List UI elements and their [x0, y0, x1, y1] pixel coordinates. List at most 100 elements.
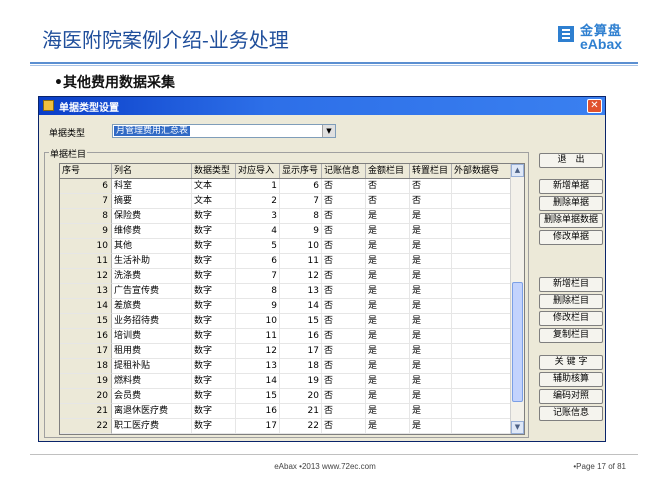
table-row[interactable]: 10 其他 数字 5 10 否是是: [60, 239, 512, 254]
cell-acct[interactable]: 否: [322, 179, 366, 194]
cell-disp[interactable]: 21: [280, 404, 322, 419]
auxiliary-accounting-button[interactable]: 辅助核算: [539, 372, 603, 387]
cell-trans[interactable]: 是: [410, 374, 452, 389]
cell-no[interactable]: 22: [60, 419, 112, 434]
cell-acct[interactable]: 否: [322, 389, 366, 404]
cell-imp[interactable]: 8: [236, 284, 280, 299]
cell-trans[interactable]: 是: [410, 404, 452, 419]
table-row[interactable]: 18 提租补贴 数字 13 18 否是是: [60, 359, 512, 374]
cell-no[interactable]: 13: [60, 284, 112, 299]
cell-trans[interactable]: 是: [410, 389, 452, 404]
col-header-external[interactable]: 外部数据导: [452, 164, 512, 178]
cell-trans[interactable]: 是: [410, 419, 452, 434]
cell-trans[interactable]: 否: [410, 179, 452, 194]
cell-acct[interactable]: 否: [322, 299, 366, 314]
table-row[interactable]: 21 离退休医疗费 数字 16 21 否是是: [60, 404, 512, 419]
cell-imp[interactable]: 17: [236, 419, 280, 434]
delete-document-button[interactable]: 删除单据: [539, 196, 603, 211]
cell-no[interactable]: 10: [60, 239, 112, 254]
cell-amt[interactable]: 是: [366, 254, 410, 269]
cell-imp[interactable]: 2: [236, 194, 280, 209]
cell-amt[interactable]: 否: [366, 194, 410, 209]
cell-name[interactable]: 其他: [112, 239, 192, 254]
cell-imp[interactable]: 5: [236, 239, 280, 254]
table-row[interactable]: 7 摘要 文本 2 7 否否否: [60, 194, 512, 209]
cell-type[interactable]: 数字: [192, 359, 236, 374]
cell-name[interactable]: 差旅费: [112, 299, 192, 314]
cell-name[interactable]: 租用费: [112, 344, 192, 359]
cell-name[interactable]: 会员费: [112, 389, 192, 404]
cell-no[interactable]: 19: [60, 374, 112, 389]
cell-acct[interactable]: 否: [322, 224, 366, 239]
cell-disp[interactable]: 9: [280, 224, 322, 239]
cell-imp[interactable]: 14: [236, 374, 280, 389]
cell-imp[interactable]: 7: [236, 269, 280, 284]
scroll-thumb[interactable]: [512, 282, 523, 402]
cell-ext[interactable]: [452, 299, 512, 314]
cell-name[interactable]: 提租补贴: [112, 359, 192, 374]
cell-ext[interactable]: [452, 404, 512, 419]
cell-imp[interactable]: 11: [236, 329, 280, 344]
new-column-button[interactable]: 新增栏目: [539, 277, 603, 292]
table-row[interactable]: 17 租用费 数字 12 17 否是是: [60, 344, 512, 359]
cell-amt[interactable]: 是: [366, 284, 410, 299]
col-header-amount[interactable]: 金额栏目: [366, 164, 410, 178]
cell-name[interactable]: 培训费: [112, 329, 192, 344]
cell-no[interactable]: 8: [60, 209, 112, 224]
cell-trans[interactable]: 是: [410, 209, 452, 224]
cell-trans[interactable]: 是: [410, 254, 452, 269]
cell-acct[interactable]: 否: [322, 404, 366, 419]
cell-type[interactable]: 数字: [192, 314, 236, 329]
cell-disp[interactable]: 7: [280, 194, 322, 209]
cell-name[interactable]: 职工医疗费: [112, 419, 192, 434]
cell-ext[interactable]: [452, 329, 512, 344]
cell-imp[interactable]: 15: [236, 389, 280, 404]
cell-name[interactable]: 生活补助: [112, 254, 192, 269]
col-header-name[interactable]: 列名: [112, 164, 192, 178]
cell-type[interactable]: 文本: [192, 179, 236, 194]
edit-column-button[interactable]: 修改栏目: [539, 311, 603, 326]
cell-no[interactable]: 7: [60, 194, 112, 209]
cell-no[interactable]: 20: [60, 389, 112, 404]
cell-no[interactable]: 14: [60, 299, 112, 314]
col-header-accounting[interactable]: 记账信息: [322, 164, 366, 178]
cell-type[interactable]: 数字: [192, 389, 236, 404]
cell-imp[interactable]: 9: [236, 299, 280, 314]
cell-amt[interactable]: 是: [366, 299, 410, 314]
cell-type[interactable]: 数字: [192, 224, 236, 239]
cell-acct[interactable]: 否: [322, 344, 366, 359]
cell-name[interactable]: 广告宣传费: [112, 284, 192, 299]
columns-grid[interactable]: 序号 列名 数据类型 对应导入 显示序号 记账信息 金额栏目 转置栏目 外部数据…: [59, 163, 525, 435]
col-header-display[interactable]: 显示序号: [280, 164, 322, 178]
cell-disp[interactable]: 20: [280, 389, 322, 404]
scroll-down-icon[interactable]: ▼: [511, 421, 524, 434]
cell-trans[interactable]: 是: [410, 269, 452, 284]
accounting-info-button[interactable]: 记账信息: [539, 406, 603, 421]
code-mapping-button[interactable]: 编码对照: [539, 389, 603, 404]
cell-amt[interactable]: 是: [366, 239, 410, 254]
delete-document-data-button[interactable]: 删除单据数据: [539, 213, 603, 228]
cell-trans[interactable]: 是: [410, 344, 452, 359]
table-row[interactable]: 8 保险费 数字 3 8 否是是: [60, 209, 512, 224]
cell-type[interactable]: 数字: [192, 419, 236, 434]
cell-ext[interactable]: [452, 359, 512, 374]
cell-ext[interactable]: [452, 254, 512, 269]
cell-amt[interactable]: 是: [366, 389, 410, 404]
cell-no[interactable]: 11: [60, 254, 112, 269]
keyword-button[interactable]: 关 键 字: [539, 355, 603, 370]
cell-trans[interactable]: 是: [410, 224, 452, 239]
exit-button[interactable]: 退 出: [539, 153, 603, 168]
table-row[interactable]: 16 培训费 数字 11 16 否是是: [60, 329, 512, 344]
cell-type[interactable]: 数字: [192, 269, 236, 284]
cell-no[interactable]: 9: [60, 224, 112, 239]
delete-column-button[interactable]: 删除栏目: [539, 294, 603, 309]
cell-disp[interactable]: 11: [280, 254, 322, 269]
cell-imp[interactable]: 6: [236, 254, 280, 269]
cell-no[interactable]: 16: [60, 329, 112, 344]
cell-acct[interactable]: 否: [322, 329, 366, 344]
cell-acct[interactable]: 否: [322, 269, 366, 284]
cell-amt[interactable]: 是: [366, 344, 410, 359]
cell-type[interactable]: 文本: [192, 194, 236, 209]
table-row[interactable]: 11 生活补助 数字 6 11 否是是: [60, 254, 512, 269]
cell-acct[interactable]: 否: [322, 194, 366, 209]
